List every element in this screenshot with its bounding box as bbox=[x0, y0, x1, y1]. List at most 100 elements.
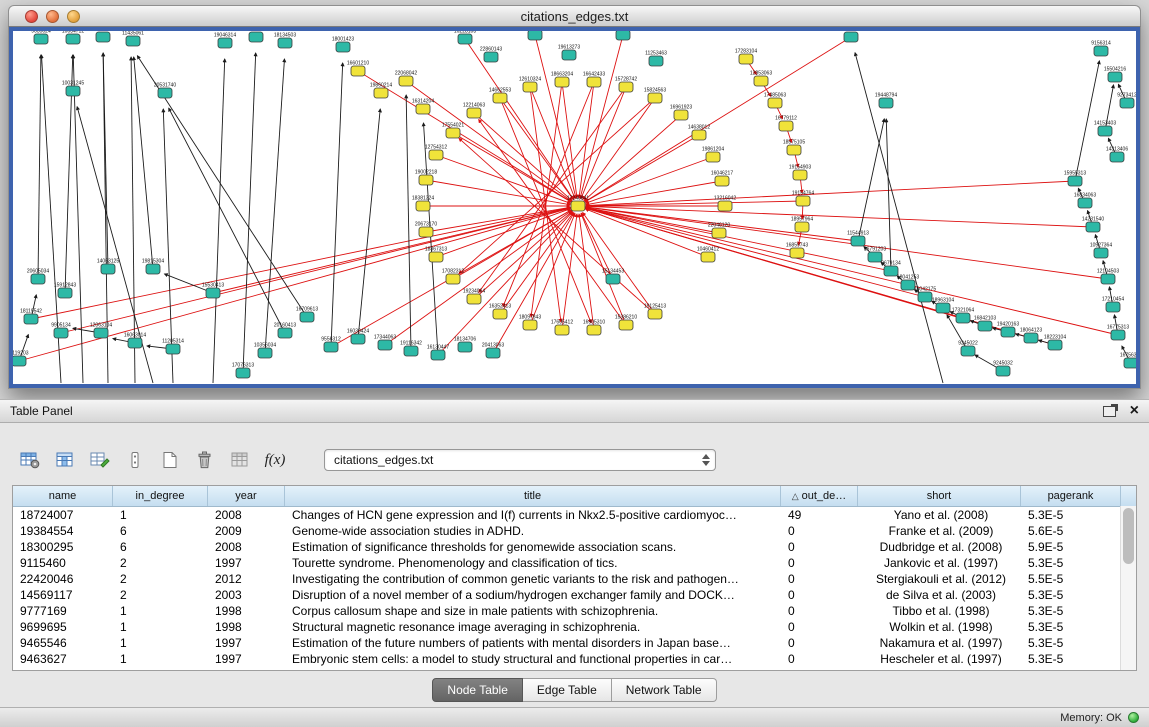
graph-node[interactable]: 19154764 bbox=[792, 191, 814, 207]
graph-node[interactable]: 14313406 bbox=[1106, 147, 1128, 163]
graph-node[interactable]: 20413063 bbox=[482, 343, 504, 359]
trash-icon[interactable] bbox=[193, 449, 217, 471]
column-header-in_degree[interactable]: in_degree bbox=[113, 486, 208, 506]
graph-node[interactable]: 14638012 bbox=[688, 125, 710, 141]
graph-node[interactable]: 15728742 bbox=[615, 77, 637, 93]
table-row[interactable]: 1872400712008Changes of HCN gene express… bbox=[13, 507, 1136, 523]
graph-node[interactable]: 19002218 bbox=[415, 170, 437, 186]
graph-node[interactable]: 18119542 bbox=[20, 309, 42, 325]
table-row[interactable]: 1830029562008Estimation of significance … bbox=[13, 539, 1136, 555]
vertical-scrollbar[interactable] bbox=[1120, 506, 1136, 670]
column-header-name[interactable]: name bbox=[13, 486, 113, 506]
graph-node[interactable]: 10927364 bbox=[1090, 243, 1112, 259]
graph-node[interactable]: 16352413 bbox=[489, 304, 511, 320]
graph-node[interactable]: 11340253 bbox=[92, 31, 114, 42]
graph-node[interactable]: 9273412 bbox=[1117, 93, 1136, 109]
graph-node[interactable]: 22046120 bbox=[708, 223, 730, 239]
column-header-short[interactable]: short bbox=[858, 486, 1021, 506]
graph-node[interactable]: 17210454 bbox=[1102, 297, 1124, 313]
tab-network-table[interactable]: Network Table bbox=[612, 678, 717, 702]
graph-node[interactable]: 9905134 bbox=[51, 323, 71, 339]
graph-node[interactable]: 17283104 bbox=[735, 49, 757, 65]
graph-node[interactable]: 20160413 bbox=[274, 323, 296, 339]
graph-node[interactable]: 15955313 bbox=[1064, 171, 1086, 187]
graph-node[interactable]: 16834063 bbox=[1074, 193, 1096, 209]
graph-node[interactable]: 9556312 bbox=[321, 337, 341, 353]
tab-edge-table[interactable]: Edge Table bbox=[523, 678, 612, 702]
new-file-icon[interactable] bbox=[158, 449, 182, 471]
graph-node[interactable]: 19125413 bbox=[644, 304, 666, 320]
close-panel-icon[interactable]: × bbox=[1130, 403, 1139, 419]
graph-node[interactable]: 16961923 bbox=[670, 105, 692, 121]
graph-node[interactable]: 19046314 bbox=[214, 33, 236, 49]
graph-node[interactable]: 16779112 bbox=[775, 116, 797, 132]
network-window-titlebar[interactable]: citations_edges.txt bbox=[8, 5, 1141, 27]
float-panel-icon[interactable] bbox=[1103, 406, 1116, 417]
graph-node[interactable]: 16649503 bbox=[524, 31, 546, 40]
graph-node[interactable]: 19234064 bbox=[463, 289, 485, 305]
graph-node[interactable]: 18134706 bbox=[454, 337, 476, 353]
graph-node[interactable]: 16756313 bbox=[1120, 353, 1136, 369]
graph-node[interactable]: 20605034 bbox=[27, 269, 49, 285]
graph-node[interactable]: 17485063 bbox=[764, 93, 786, 109]
zoom-window-button[interactable] bbox=[67, 10, 80, 23]
network-view[interactable]: 1724084115824563157287421664243318663204… bbox=[13, 31, 1136, 384]
graph-node[interactable]: 12853063 bbox=[750, 71, 772, 87]
graph-node[interactable]: 12610324 bbox=[519, 77, 541, 93]
network-canvas[interactable]: 1724084115824563157287421664243318663204… bbox=[13, 31, 1136, 384]
graph-node[interactable]: 18575105 bbox=[783, 140, 805, 156]
graph-node[interactable]: 11435061 bbox=[122, 31, 144, 46]
graph-node[interactable]: 18134503 bbox=[274, 33, 296, 49]
scrollbar-thumb[interactable] bbox=[1123, 508, 1134, 564]
graph-node[interactable]: 10356034 bbox=[254, 343, 276, 359]
import-table-icon[interactable] bbox=[228, 449, 252, 471]
table-row[interactable]: 911546021997Tourette syndrome. Phenomeno… bbox=[13, 555, 1136, 571]
table-row[interactable]: 946554611997Estimation of the future num… bbox=[13, 635, 1136, 651]
graph-node[interactable]: 18097843 bbox=[519, 315, 541, 331]
column-header-out_de[interactable]: △out_de… bbox=[781, 486, 858, 506]
graph-node[interactable]: 14231540 bbox=[1082, 217, 1104, 233]
graph-node[interactable]: 9635024 bbox=[31, 31, 51, 44]
graph-node[interactable]: 19648794 bbox=[840, 31, 862, 42]
graph-node[interactable]: 10634712 bbox=[62, 31, 84, 44]
graph-node[interactable]: 11205314 bbox=[162, 339, 184, 355]
table-row[interactable]: 2242004622012Investigating the contribut… bbox=[13, 571, 1136, 587]
graph-node[interactable]: 15824563 bbox=[644, 88, 666, 104]
graph-node[interactable]: 10031245 bbox=[62, 81, 84, 97]
edit-table-icon[interactable] bbox=[88, 449, 112, 471]
graph-node[interactable]: 20531740 bbox=[154, 83, 176, 99]
minimize-window-button[interactable] bbox=[46, 10, 59, 23]
tab-node-table[interactable]: Node Table bbox=[432, 678, 523, 702]
table-selector-combobox[interactable]: citations_edges.txt bbox=[324, 449, 716, 471]
graph-node[interactable]: 14153403 bbox=[1094, 121, 1116, 137]
graph-node[interactable]: 19448794 bbox=[875, 93, 897, 109]
graph-node[interactable]: 14662553 bbox=[489, 88, 511, 104]
graph-node[interactable]: 18381324 bbox=[412, 196, 434, 212]
table-settings-icon[interactable] bbox=[18, 449, 42, 471]
graph-node[interactable]: 15504216 bbox=[1104, 67, 1126, 83]
graph-node[interactable]: 9245022 bbox=[958, 341, 978, 357]
table-row[interactable]: 946362711997Embryonic stem cells: a mode… bbox=[13, 651, 1136, 667]
graph-node[interactable]: 17554021 bbox=[442, 123, 464, 139]
graph-node[interactable]: 16130447 bbox=[427, 345, 449, 361]
memory-ok-icon[interactable] bbox=[1128, 712, 1139, 723]
graph-node[interactable]: 14063125 bbox=[97, 259, 119, 275]
graph-node[interactable]: 12214063 bbox=[463, 103, 485, 119]
graph-node[interactable]: 22068042 bbox=[395, 71, 417, 87]
graph-node[interactable]: 11253463 bbox=[645, 51, 667, 67]
table-row[interactable]: 1938455462009Genome-wide association stu… bbox=[13, 523, 1136, 539]
graph-node[interactable]: 20673170 bbox=[415, 222, 437, 238]
column-header-year[interactable]: year bbox=[208, 486, 285, 506]
table-row[interactable]: 1456911722003Disruption of a novel membe… bbox=[13, 587, 1136, 603]
graph-node[interactable]: 19154903 bbox=[789, 165, 811, 181]
graph-node[interactable]: 15912843 bbox=[54, 283, 76, 299]
graph-node[interactable]: 19116342 bbox=[400, 341, 422, 357]
table-row[interactable]: 969969511998Structural magnetic resonanc… bbox=[13, 619, 1136, 635]
graph-node[interactable]: 17076313 bbox=[232, 363, 254, 379]
graph-node[interactable]: 16046217 bbox=[711, 171, 733, 187]
graph-node[interactable]: 17344063 bbox=[374, 335, 396, 351]
graph-node[interactable]: 16642433 bbox=[583, 72, 605, 88]
graph-node[interactable]: 18663204 bbox=[551, 72, 573, 88]
column-header-pagerank[interactable]: pagerank bbox=[1021, 486, 1121, 506]
graph-node[interactable]: 10853124 bbox=[245, 31, 267, 42]
